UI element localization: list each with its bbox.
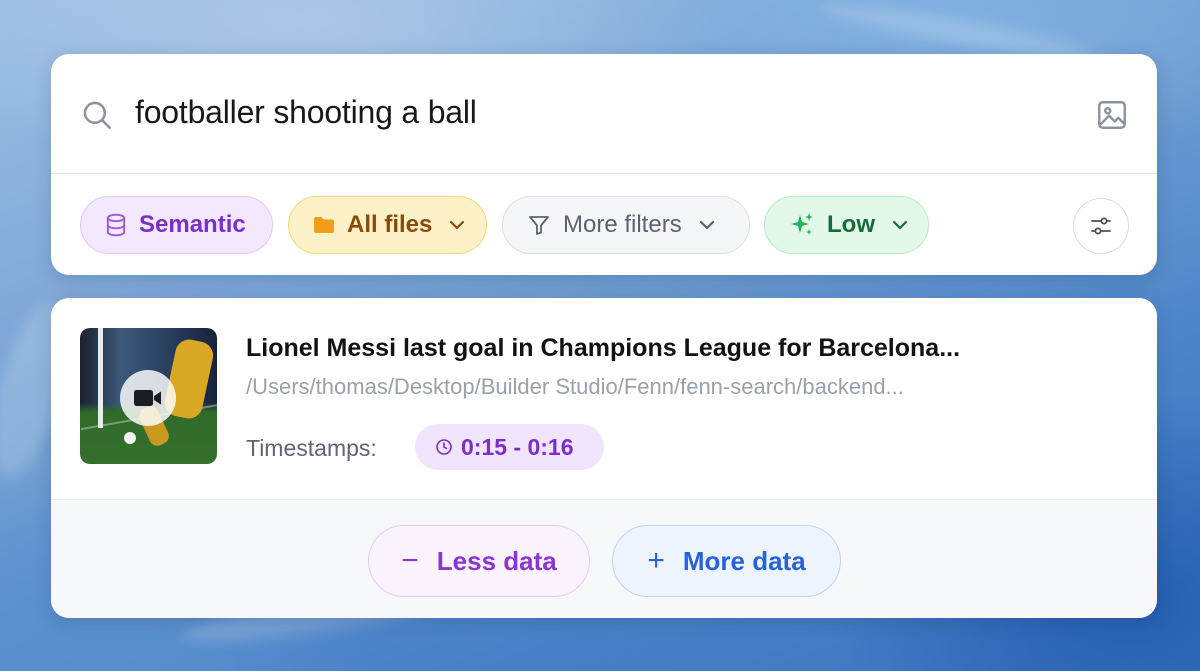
search-bar[interactable]: footballer shooting a ball	[51, 54, 1157, 174]
result-file-path: /Users/thomas/Desktop/Builder Studio/Fen…	[246, 374, 904, 399]
chevron-down-icon	[450, 220, 465, 230]
clock-icon	[436, 439, 452, 455]
less-data-label: Less data	[436, 545, 557, 576]
more-data-button[interactable]: + More data	[612, 525, 841, 597]
search-result-item[interactable]: Lionel Messi last goal in Champions Leag…	[51, 298, 1157, 500]
semantic-mode-chip[interactable]: Semantic	[80, 196, 273, 254]
search-settings-button[interactable]	[1073, 198, 1129, 254]
all-files-label: All files	[347, 211, 433, 238]
sliders-icon	[1091, 217, 1111, 235]
filter-funnel-icon	[529, 216, 549, 235]
search-icon	[83, 101, 112, 130]
timestamp-range: 0:15 - 0:16	[461, 433, 574, 460]
all-files-dropdown[interactable]: All files	[288, 196, 487, 254]
plus-icon: +	[647, 544, 665, 577]
database-icon	[106, 213, 126, 237]
data-amount-controls: − Less data + More data	[51, 501, 1157, 618]
less-data-button[interactable]: − Less data	[368, 525, 590, 597]
timestamp-chip[interactable]: 0:15 - 0:16	[415, 424, 604, 470]
quality-dropdown[interactable]: Low	[764, 196, 929, 254]
chevron-down-icon	[892, 220, 908, 230]
results-panel: Lionel Messi last goal in Champions Leag…	[51, 298, 1157, 618]
sparkles-icon	[791, 213, 813, 235]
video-badge	[120, 370, 176, 426]
folder-icon	[314, 217, 334, 233]
video-camera-icon	[134, 390, 161, 406]
result-title[interactable]: Lionel Messi last goal in Champions Leag…	[246, 334, 960, 363]
more-filters-label: More filters	[563, 211, 682, 238]
image-search-icon[interactable]	[1095, 98, 1129, 132]
minus-icon: −	[401, 544, 419, 577]
quality-label: Low	[827, 211, 875, 238]
thumbnail-ball	[124, 432, 136, 444]
more-filters-dropdown[interactable]: More filters	[502, 196, 750, 254]
more-data-label: More data	[682, 545, 806, 576]
thumbnail-goalpost	[98, 328, 103, 428]
search-input[interactable]: footballer shooting a ball	[135, 94, 477, 131]
chevron-down-icon	[699, 220, 714, 230]
video-thumbnail[interactable]	[80, 328, 217, 464]
semantic-mode-label: Semantic	[139, 211, 246, 238]
search-panel: footballer shooting a ball Semantic All …	[51, 54, 1157, 275]
timestamps-label: Timestamps:	[246, 435, 377, 461]
